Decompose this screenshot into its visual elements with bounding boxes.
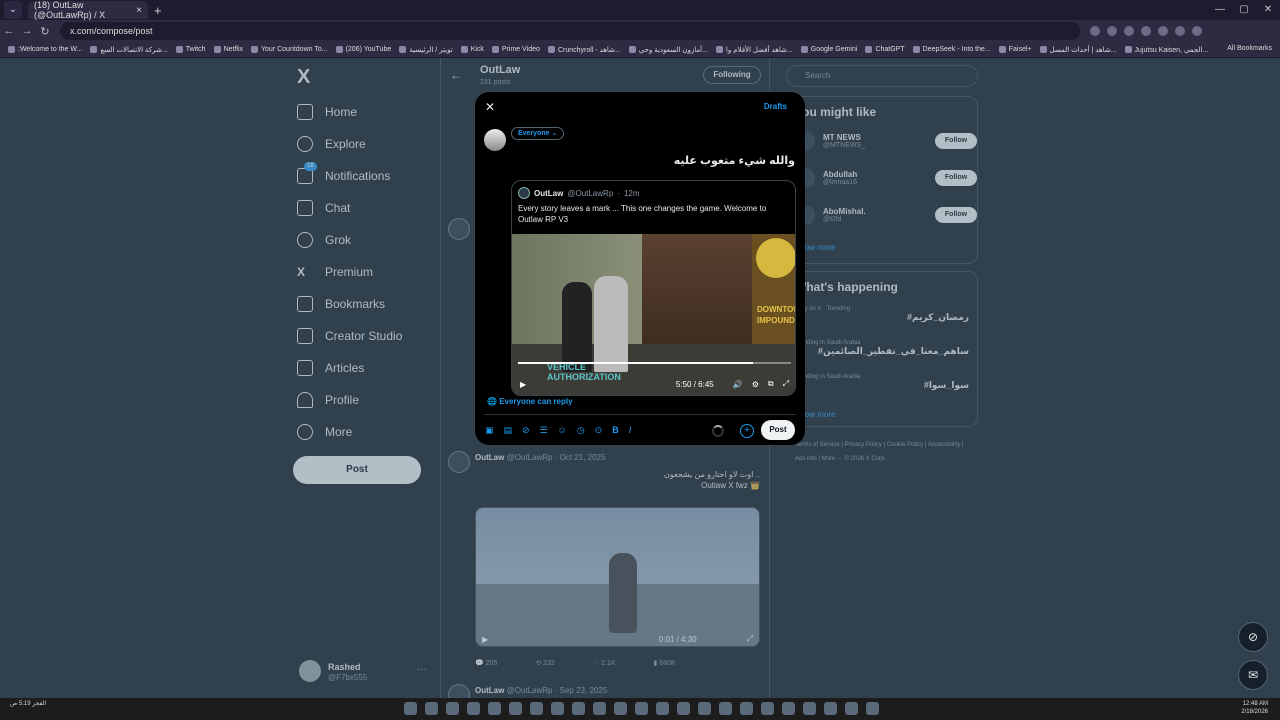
bookmark-item[interactable]: Netflix (213, 46, 243, 53)
video-time: 5:50 / 6:45 (675, 379, 714, 389)
windows-taskbar: الفجر 5:19 ص 12:48 AM 2/18/2026 (0, 698, 1280, 720)
quoted-tweet[interactable]: OutLaw @OutLawRp · 12m Every story leaves a… (511, 180, 796, 396)
settings-icon[interactable]: ⚙ (752, 380, 759, 389)
forward-arrow-icon[interactable]: → (18, 25, 36, 37)
audience-selector[interactable]: Everyone ⌄ (511, 127, 565, 140)
bookmark-item[interactable]: Google Gemini (800, 46, 857, 53)
post-button[interactable]: Post (761, 420, 795, 440)
system-clock[interactable]: 12:48 AM 2/18/2026 (1241, 700, 1268, 716)
messages-fab-icon[interactable]: ✉ (1238, 660, 1268, 690)
italic-icon[interactable]: I (629, 425, 632, 436)
compose-toolbar: ▣ ▤ ⊘ ☰ ☺ ◷ ⊙ B I (485, 425, 631, 436)
maximize-button[interactable]: ▢ (1232, 0, 1256, 20)
quoted-tweet-header: OutLaw @OutLawRp · 12m (518, 187, 640, 199)
poll-icon[interactable]: ☰ (540, 425, 548, 436)
browser-tab[interactable]: (18) OutLaw (@OutLawRp) / X × (28, 0, 148, 20)
quoted-video[interactable]: DOWNTOWN IMPOUND VEHICLE AUTHORIZATION ▶… (512, 234, 795, 395)
chevron-down-icon: ⌄ (551, 130, 558, 137)
bookmark-item[interactable]: تويتر / الرئيسية (399, 46, 453, 54)
bold-icon[interactable]: B (612, 425, 619, 436)
bookmark-item[interactable]: (206) YouTube (335, 46, 391, 53)
fullscreen-icon[interactable]: ⤢ (783, 379, 789, 389)
bookmark-item[interactable]: شركة الاتصالات السع... (90, 46, 168, 54)
minimize-button[interactable]: — (1208, 0, 1232, 20)
character-figure (562, 282, 592, 372)
drafts-button[interactable]: Drafts (764, 102, 787, 111)
avatar (484, 129, 506, 151)
bookmark-item[interactable]: شاهد أفضل الأفلام وا... (715, 46, 793, 54)
bookmark-item[interactable]: Prime Video (491, 46, 540, 53)
character-figure (594, 276, 628, 372)
bookmark-item[interactable]: أمازون السعودية وحي... (628, 46, 708, 54)
compose-modal: ✕ Drafts Everyone ⌄ والله شيء متعوب عليه… (475, 92, 805, 445)
close-tab-icon[interactable]: × (136, 5, 142, 16)
bookmark-item[interactable]: DeepSeek - Into the... (912, 46, 991, 53)
bookmark-item[interactable]: Crunchyroll - شاهد... (547, 46, 621, 54)
char-count-ring (712, 425, 724, 437)
gif-icon[interactable]: ▤ (504, 425, 513, 436)
bookmark-item[interactable]: Kick (460, 46, 484, 53)
avatar (518, 187, 530, 199)
prayer-time-widget[interactable]: الفجر 5:19 ص (10, 700, 70, 708)
address-bar-row: ← → ↻ x.com/compose/post (0, 20, 1280, 42)
bookmark-item[interactable]: :Welcome to the W... (8, 46, 82, 53)
add-post-icon[interactable]: + (740, 424, 754, 438)
browser-tab-bar: ⌄ (18) OutLaw (@OutLawRp) / X × + — ▢ ✕ (0, 0, 1280, 20)
back-arrow-icon[interactable]: ← (0, 25, 18, 37)
reply-setting-button[interactable]: 🌐 Everyone can reply (487, 397, 573, 406)
compose-text[interactable]: والله شيء متعوب عليه (674, 154, 795, 167)
bookmark-item[interactable]: Faisel+ (998, 46, 1032, 53)
close-icon[interactable]: ✕ (485, 100, 495, 114)
volume-icon[interactable]: 🔊 (733, 380, 743, 389)
quoted-tweet-text: Every story leaves a mark ... This one c… (518, 204, 767, 224)
schedule-icon[interactable]: ◷ (577, 425, 585, 436)
divider (484, 414, 796, 415)
emoji-icon[interactable]: ☺ (558, 425, 567, 436)
grok-icon[interactable]: ⊘ (522, 425, 530, 436)
url-field[interactable]: x.com/compose/post (60, 22, 1080, 40)
tab-title: (18) OutLaw (@OutLawRp) / X (34, 0, 106, 20)
taskbar-apps[interactable] (404, 702, 879, 715)
bookmark-item[interactable]: ChatGPT (865, 46, 905, 53)
close-window-button[interactable]: ✕ (1256, 0, 1280, 20)
bookmark-item[interactable]: Your Countdown To... (251, 46, 328, 53)
location-icon[interactable]: ⊙ (595, 425, 603, 436)
bookmark-item[interactable]: Jujutsu Kaisen, الجمي... (1124, 46, 1208, 54)
image-icon[interactable]: ▣ (485, 425, 494, 436)
all-bookmarks-button[interactable]: All Bookmarks (1227, 45, 1272, 52)
extension-icons[interactable] (1090, 26, 1202, 36)
reload-icon[interactable]: ↻ (36, 25, 54, 38)
bookmarks-bar: :Welcome to the W... شركة الاتصالات السع… (0, 42, 1280, 58)
video-progress-bar[interactable] (518, 362, 791, 364)
tab-menu-icon[interactable]: ⌄ (4, 1, 22, 19)
bookmark-item[interactable]: شاهد | أحداث المسل... (1039, 46, 1117, 54)
grok-fab-icon[interactable]: ⊘ (1238, 622, 1268, 652)
video-controls: ▶ 5:50 / 6:45 🔊 ⚙ ⧉ ⤢ (520, 379, 789, 389)
new-tab-button[interactable]: + (154, 3, 162, 18)
video-overlay-text: DOWNTOWN IMPOUND (757, 305, 795, 325)
bookmark-item[interactable]: Twitch (175, 46, 206, 53)
pip-icon[interactable]: ⧉ (768, 379, 774, 389)
play-icon[interactable]: ▶ (520, 380, 526, 389)
